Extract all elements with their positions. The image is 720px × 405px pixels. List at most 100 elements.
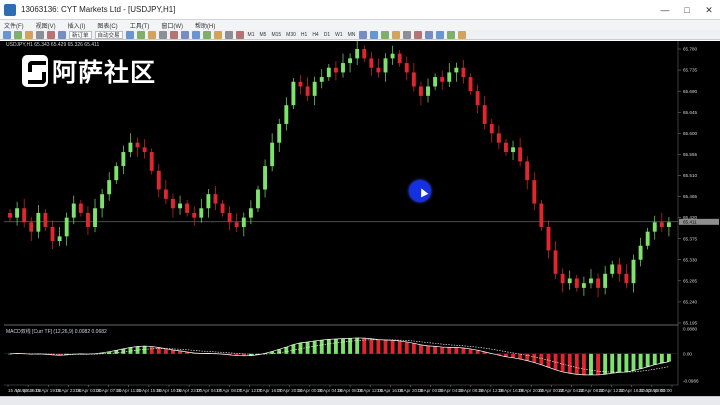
time-tick-label: 23 Apr 00:00 <box>646 388 672 393</box>
timeframe-m1[interactable]: M1 <box>247 31 256 39</box>
toolbar: 新订单 自动交易 M1 M5 M15 M30 H1 H4 D1 W1 MN <box>0 30 720 40</box>
timeframe-m5[interactable]: M5 <box>258 31 267 39</box>
macd-histogram-bar <box>560 353 565 372</box>
candle-body <box>433 77 438 87</box>
channel-icon[interactable] <box>414 30 423 39</box>
templates-icon[interactable] <box>235 30 244 39</box>
candle-chart-icon[interactable] <box>136 30 145 39</box>
macd-histogram-bar <box>617 353 622 373</box>
new-order-button[interactable]: 新订单 <box>69 30 92 39</box>
timeframe-h4[interactable]: H4 <box>311 31 319 39</box>
chart-window[interactable]: 65.780 65.735 65.690 65.645 65.600 65.555 65.5… <box>0 41 720 396</box>
timeframe-w1[interactable]: W1 <box>334 31 344 39</box>
text-icon[interactable] <box>436 30 445 39</box>
candle-body <box>518 147 523 162</box>
new-chart-icon[interactable] <box>3 30 11 39</box>
menu-file[interactable]: 文件(F) <box>4 21 24 30</box>
indicators-icon[interactable] <box>213 30 222 39</box>
macd-histogram-bar <box>163 348 168 354</box>
timeframe-m30[interactable]: M30 <box>285 31 297 39</box>
candle-body <box>355 49 360 59</box>
candle-body <box>36 212 41 232</box>
candle-body <box>489 123 494 134</box>
timeframe-h1[interactable]: H1 <box>300 31 308 39</box>
chart-shift-icon[interactable] <box>202 30 211 39</box>
macd-histogram-bar <box>652 353 657 365</box>
crosshair-icon[interactable] <box>370 30 379 39</box>
menu-help[interactable]: 帮助(H) <box>195 21 215 30</box>
horizontal-line-icon[interactable] <box>392 30 401 39</box>
candle-body <box>581 283 586 288</box>
price-tick-label: 65.780 <box>683 47 697 52</box>
candle-body <box>603 273 608 288</box>
candle-body <box>156 170 161 190</box>
navigator-icon[interactable] <box>36 30 44 39</box>
cursor-icon[interactable] <box>359 30 368 39</box>
candle-body <box>227 212 232 223</box>
macd-tick-label: -0.0966 <box>683 379 699 384</box>
candle-body <box>447 72 452 82</box>
strategy-tester-icon[interactable] <box>58 30 66 39</box>
candle-body <box>475 91 480 106</box>
macd-histogram-bar <box>319 340 324 354</box>
market-watch-icon[interactable] <box>25 30 33 39</box>
candle-body <box>305 86 310 96</box>
close-icon[interactable]: ✕ <box>698 0 720 20</box>
macd-tick-label: 0.00 <box>683 351 692 356</box>
candle-body <box>149 152 154 171</box>
label-icon[interactable] <box>447 30 456 39</box>
candle-body <box>298 81 303 87</box>
menu-bar: 文件(F) 视图(V) 插入(I) 图表(C) 工具(T) 窗口(W) 帮助(H… <box>0 20 720 30</box>
candle-body <box>241 217 246 227</box>
menu-tools[interactable]: 工具(T) <box>130 21 150 30</box>
macd-histogram-bar <box>171 349 175 354</box>
arrows-icon[interactable] <box>458 30 467 39</box>
bar-chart-icon[interactable] <box>125 30 134 39</box>
candle-body <box>114 166 119 181</box>
macd-histogram-bar <box>532 353 537 363</box>
profiles-icon[interactable] <box>14 30 22 39</box>
periods-icon[interactable] <box>224 30 233 39</box>
vertical-line-icon[interactable] <box>381 30 390 39</box>
macd-histogram-bar <box>553 353 558 370</box>
menu-view[interactable]: 视图(V) <box>36 21 56 30</box>
fibonacci-icon[interactable] <box>425 30 434 39</box>
autoscroll-icon[interactable] <box>191 30 200 39</box>
candle-body <box>525 161 530 181</box>
terminal-icon[interactable] <box>47 30 55 39</box>
price-tick-label: 65.600 <box>683 131 697 136</box>
price-chart[interactable]: 65.780 65.735 65.690 65.645 65.600 65.555 65.5… <box>0 41 720 396</box>
terminal-window: 13063136: CYT Markets Ltd - [USDJPY,H1] … <box>0 0 720 405</box>
candle-body <box>659 222 664 227</box>
candle-body <box>107 180 112 195</box>
timeframe-m15[interactable]: M15 <box>270 31 282 39</box>
menu-charts[interactable]: 图表(C) <box>97 21 117 30</box>
candle-body <box>234 222 239 227</box>
candle-body <box>263 166 268 190</box>
menu-insert[interactable]: 插入(I) <box>68 21 86 30</box>
candle-body <box>362 49 367 59</box>
candle-body <box>383 58 388 73</box>
candle-body <box>553 250 558 274</box>
macd-histogram-bar <box>461 347 466 354</box>
macd-histogram-bar <box>312 340 317 354</box>
maximize-icon[interactable]: □ <box>676 0 698 20</box>
macd-histogram-bar <box>326 339 331 354</box>
candle-body <box>348 58 353 64</box>
candle-body <box>100 194 105 209</box>
macd-histogram-bar <box>574 353 579 375</box>
tile-icon[interactable] <box>180 30 189 39</box>
timeframe-d1[interactable]: D1 <box>323 31 331 39</box>
candle-body <box>652 222 657 232</box>
title-bar[interactable]: 13063136: CYT Markets Ltd - [USDJPY,H1] … <box>0 0 720 20</box>
zoom-in-icon[interactable] <box>158 30 167 39</box>
line-chart-icon[interactable] <box>147 30 156 39</box>
minimize-icon[interactable]: — <box>654 0 676 20</box>
macd-histogram-bar <box>454 347 459 354</box>
candle-body <box>610 264 615 274</box>
algo-trading-button[interactable]: 自动交易 <box>94 30 123 39</box>
trendline-icon[interactable] <box>403 30 412 39</box>
zoom-out-icon[interactable] <box>169 30 178 39</box>
timeframe-mn[interactable]: MN <box>347 31 357 39</box>
menu-window[interactable]: 窗口(W) <box>161 21 183 30</box>
